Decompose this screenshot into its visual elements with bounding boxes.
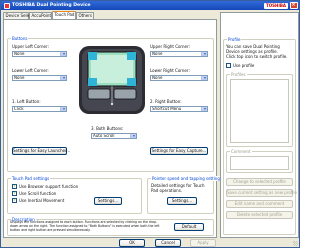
lower-left-label: Lower Left Corner: bbox=[12, 68, 49, 73]
lower-right-label: Lower Right Corner: bbox=[150, 68, 190, 73]
pointing-device-icon bbox=[4, 2, 10, 9]
comment-box[interactable] bbox=[230, 156, 289, 170]
scroll-checkbox[interactable] bbox=[12, 191, 17, 197]
use-profile-label: Use profile bbox=[233, 63, 255, 68]
save-profile-button[interactable]: Save current setting as new profile bbox=[226, 189, 297, 197]
browser-support-label: Use Browser support function bbox=[19, 184, 79, 189]
profiles-list-title: Profiles bbox=[230, 72, 247, 77]
tab-touch-pad[interactable]: Touch Pad bbox=[52, 11, 76, 19]
profile-text-2: Click top icon to switch profile. bbox=[226, 54, 288, 59]
touchpad-settings-title: Touch Pad settings bbox=[11, 176, 51, 181]
resize-grip-icon[interactable] bbox=[293, 241, 298, 246]
pointer-settings-button[interactable]: Settings... bbox=[167, 197, 197, 205]
right-button-label: 2. Right Button: bbox=[150, 99, 182, 104]
toshiba-logo: TOSHIBA bbox=[264, 2, 288, 9]
tab-others[interactable]: Others bbox=[76, 12, 94, 19]
touchpad-settings-button[interactable]: Settings... bbox=[94, 197, 122, 205]
left-button-label: 1. Left Button: bbox=[12, 99, 41, 104]
upper-right-label: Upper Right Corner: bbox=[150, 44, 190, 49]
profiles-list-group: Profiles bbox=[226, 72, 293, 147]
tab-accupoint[interactable]: AccuPoint bbox=[29, 12, 52, 19]
pointer-speed-text: Detailed settings for Touch Pad operatio… bbox=[151, 183, 205, 193]
cancel-button[interactable]: Cancel bbox=[155, 239, 181, 247]
chevron-down-icon bbox=[130, 134, 136, 138]
scroll-label: Use Scroll function bbox=[19, 191, 57, 196]
change-profile-button[interactable]: Change to selected profile bbox=[226, 178, 293, 186]
profile-panel: Profile You can save Dual Pointing Devic… bbox=[220, 12, 299, 238]
window-title: TOSHIBA Dual Pointing Device bbox=[12, 3, 91, 8]
browser-support-checkbox[interactable] bbox=[12, 184, 17, 190]
easy-launcher-button[interactable]: Settings for Easy Launcher... bbox=[12, 147, 70, 155]
description-text: Displays the functions assigned to each … bbox=[10, 220, 160, 232]
buttons-group-title: Buttons bbox=[11, 36, 29, 41]
profile-text-1: You can save Dual Pointing Device settin… bbox=[226, 44, 280, 54]
touch-pad-panel: Buttons Upper Left Corner: None Upper Ri… bbox=[3, 19, 223, 238]
upper-left-label: Upper Left Corner: bbox=[12, 44, 49, 49]
inertial-checkbox[interactable] bbox=[12, 198, 17, 204]
chevron-down-icon bbox=[60, 52, 66, 56]
touchpad-illustration-icon bbox=[76, 44, 148, 116]
inertial-label: Use Inertial Movement bbox=[19, 198, 65, 203]
both-buttons-label: 3. Both Buttons: bbox=[91, 126, 124, 131]
tab-device-select[interactable]: Device Select bbox=[3, 12, 33, 19]
comment-title: Comment bbox=[230, 149, 252, 154]
lower-left-select[interactable]: None bbox=[12, 75, 67, 81]
delete-profile-button[interactable]: Delete selected profile bbox=[226, 211, 293, 219]
default-button[interactable]: Default bbox=[174, 223, 204, 231]
close-button[interactable]: × bbox=[289, 2, 298, 9]
comment-group: Comment bbox=[226, 149, 293, 173]
upper-left-select[interactable]: None bbox=[12, 51, 67, 57]
lower-right-select[interactable]: None bbox=[150, 75, 208, 81]
title-bar[interactable]: TOSHIBA Dual Pointing Device TOSHIBA × bbox=[1, 1, 299, 10]
chevron-down-icon bbox=[201, 107, 207, 111]
pointer-speed-title: Pointer speed and tapping settings bbox=[151, 176, 223, 181]
upper-right-select[interactable]: None bbox=[150, 51, 208, 57]
edit-profile-button[interactable]: Edit name and comment bbox=[226, 200, 293, 208]
apply-button[interactable]: Apply bbox=[190, 239, 216, 247]
profile-title: Profile bbox=[227, 37, 242, 42]
use-profile-checkbox[interactable] bbox=[226, 63, 231, 68]
chevron-down-icon bbox=[201, 76, 207, 80]
left-button-select[interactable]: Click bbox=[12, 106, 67, 112]
chevron-down-icon bbox=[201, 52, 207, 56]
ok-button[interactable]: OK bbox=[119, 239, 145, 247]
dual-pointing-device-window: TOSHIBA Dual Pointing Device TOSHIBA × D… bbox=[0, 0, 300, 248]
right-button-select[interactable]: Shortcut Menu bbox=[150, 106, 208, 112]
both-buttons-select[interactable]: Auto Scroll bbox=[91, 133, 137, 139]
profiles-list[interactable] bbox=[230, 79, 289, 143]
chevron-down-icon bbox=[60, 76, 66, 80]
chevron-down-icon bbox=[60, 107, 66, 111]
easy-capture-button[interactable]: Settings for Easy Capture... bbox=[150, 147, 208, 155]
